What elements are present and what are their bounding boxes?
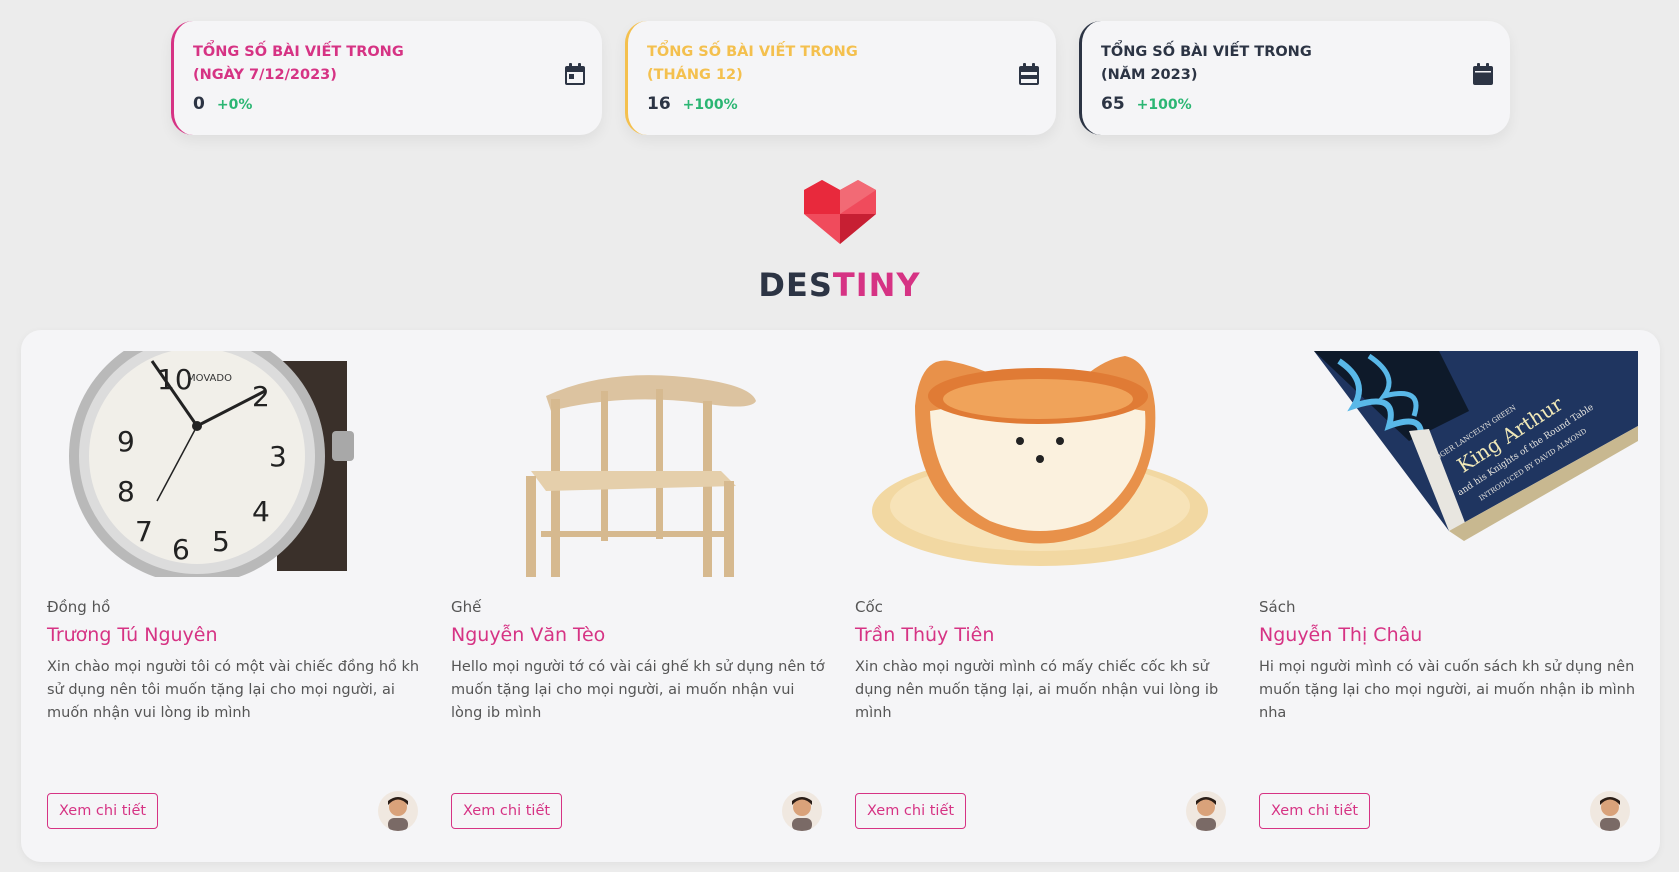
post-card: 10 2 3 4 5 6 7 8 9 MOVADO Đồng hồ Trương… [47, 351, 426, 851]
brand-name: DESTINY [0, 266, 1679, 304]
view-details-button[interactable]: Xem chi tiết [855, 793, 967, 829]
stat-title: TỔNG SỐ BÀI VIẾT TRONG (NGÀY 7/12/2023) [193, 41, 533, 87]
stat-title-line2: (THÁNG 12) [647, 67, 743, 83]
post-category: Sách [1259, 598, 1296, 616]
calendar-icon [1019, 63, 1039, 85]
post-category: Ghế [451, 598, 482, 616]
post-card: Ghế Nguyễn Văn Tèo Hello mọi người tớ có… [451, 351, 830, 851]
stat-value: 16 [647, 94, 671, 114]
svg-text:5: 5 [212, 525, 230, 558]
svg-text:9: 9 [117, 425, 135, 458]
post-description: Xin chào mọi người mình có mấy chiếc cốc… [855, 659, 1219, 721]
post-card: ROGER LANCELYN GREEN King Arthur and his… [1259, 351, 1638, 851]
book-image[interactable]: ROGER LANCELYN GREEN King Arthur and his… [1259, 351, 1638, 577]
cup-image[interactable] [855, 351, 1234, 577]
stat-card-year: TỔNG SỐ BÀI VIẾT TRONG (NĂM 2023) 65 +10… [1079, 21, 1510, 135]
calendar-icon [565, 63, 585, 85]
view-details-button[interactable]: Xem chi tiết [451, 793, 563, 829]
stat-title-line1: TỔNG SỐ BÀI VIẾT TRONG [193, 44, 404, 60]
post-author[interactable]: Trương Tú Nguyên [47, 624, 218, 646]
stat-title-line2: (NGÀY 7/12/2023) [193, 67, 337, 83]
heart-logo [804, 180, 876, 244]
stat-title-line2: (NĂM 2023) [1101, 67, 1198, 83]
brand-part1: DES [758, 266, 833, 304]
svg-text:6: 6 [172, 533, 190, 566]
post-description: Xin chào mọi người tôi có một vài chiếc … [47, 659, 420, 721]
svg-text:3: 3 [269, 440, 287, 473]
post-category: Đồng hồ [47, 598, 111, 616]
stat-card-day: TỔNG SỐ BÀI VIẾT TRONG (NGÀY 7/12/2023) … [171, 21, 602, 135]
stat-change: +100% [1136, 97, 1192, 113]
svg-text:7: 7 [135, 515, 153, 548]
avatar[interactable] [378, 791, 418, 831]
stat-title: TỔNG SỐ BÀI VIẾT TRONG (NĂM 2023) [1101, 41, 1441, 87]
avatar[interactable] [782, 791, 822, 831]
stat-title-line1: TỔNG SỐ BÀI VIẾT TRONG [647, 44, 858, 60]
calendar-icon [1473, 63, 1493, 85]
stat-change: +0% [216, 97, 253, 113]
svg-text:8: 8 [117, 475, 135, 508]
view-details-button[interactable]: Xem chi tiết [1259, 793, 1371, 829]
stat-value: 0 [193, 94, 205, 114]
post-card: Cốc Trần Thủy Tiên Xin chào mọi người mì… [855, 351, 1234, 851]
post-description: Hi mọi người mình có vài cuốn sách kh sử… [1259, 659, 1636, 721]
post-author[interactable]: Nguyễn Thị Châu [1259, 624, 1422, 646]
stat-title-line1: TỔNG SỐ BÀI VIẾT TRONG [1101, 44, 1312, 60]
post-author[interactable]: Nguyễn Văn Tèo [451, 624, 605, 646]
stat-title: TỔNG SỐ BÀI VIẾT TRONG (THÁNG 12) [647, 41, 987, 87]
view-details-button[interactable]: Xem chi tiết [47, 793, 159, 829]
avatar[interactable] [1186, 791, 1226, 831]
avatar[interactable] [1590, 791, 1630, 831]
stat-change: +100% [682, 97, 738, 113]
stat-card-month: TỔNG SỐ BÀI VIẾT TRONG (THÁNG 12) 16 +10… [625, 21, 1056, 135]
chair-image[interactable] [451, 351, 830, 577]
watch-image[interactable]: 10 2 3 4 5 6 7 8 9 MOVADO [47, 351, 426, 577]
svg-text:4: 4 [252, 495, 270, 528]
post-author[interactable]: Trần Thủy Tiên [855, 624, 994, 646]
post-category: Cốc [855, 598, 883, 616]
svg-text:MOVADO: MOVADO [187, 373, 232, 384]
post-description: Hello mọi người tớ có vài cái ghế kh sử … [451, 659, 825, 721]
stat-value: 65 [1101, 94, 1125, 114]
brand-part2: TINY [832, 266, 921, 304]
